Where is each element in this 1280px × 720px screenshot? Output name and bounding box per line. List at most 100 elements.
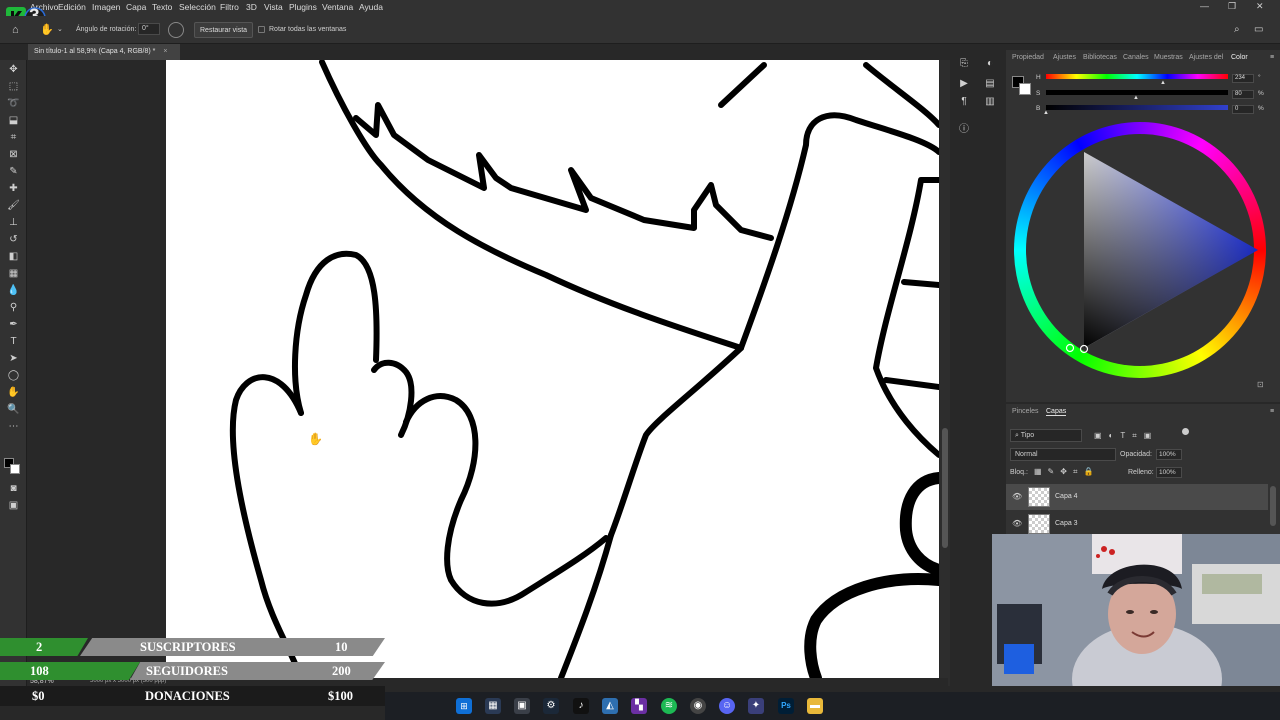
search-icon[interactable]: ⌕ bbox=[1234, 24, 1240, 35]
rotation-angle-input[interactable]: 0° bbox=[138, 23, 160, 35]
layer-name[interactable]: Capa 4 bbox=[1055, 493, 1078, 500]
maximize-button[interactable]: ❐ bbox=[1228, 1, 1236, 12]
tab-layers[interactable]: Capas bbox=[1046, 408, 1067, 416]
lasso-tool-icon[interactable]: ➰ bbox=[7, 98, 20, 110]
info-panel-icon[interactable]: ⓘ bbox=[958, 124, 970, 136]
minimize-button[interactable]: — bbox=[1200, 1, 1209, 11]
saturation-value[interactable]: 80 bbox=[1232, 90, 1254, 99]
eraser-tool-icon[interactable]: ◧ bbox=[7, 251, 20, 263]
drawing-canvas[interactable]: ✋ bbox=[166, 60, 939, 678]
brightness-slider-thumb[interactable]: ▲ bbox=[1043, 110, 1049, 116]
layers-menu-icon[interactable]: ≡ bbox=[1270, 408, 1274, 415]
pen-tool-icon[interactable]: ✒ bbox=[7, 319, 20, 331]
saturation-triangle[interactable] bbox=[1014, 122, 1266, 378]
file-manager-icon[interactable]: ▣ bbox=[514, 698, 530, 714]
menu-3d[interactable]: 3D bbox=[246, 2, 257, 12]
layer-row-selected[interactable]: 👁 Capa 4 bbox=[1006, 484, 1268, 510]
object-select-tool-icon[interactable]: ⬓ bbox=[7, 115, 20, 127]
move-tool-icon[interactable]: ✥ bbox=[7, 64, 20, 76]
panel-menu-icon[interactable]: ≡ bbox=[1270, 54, 1274, 61]
quick-mask-icon[interactable]: ◙ bbox=[7, 483, 20, 495]
tab-properties[interactable]: Propiedad bbox=[1012, 54, 1044, 61]
layer-name[interactable]: Capa 3 bbox=[1055, 520, 1078, 527]
type-tool-icon[interactable]: T bbox=[7, 336, 20, 348]
color-wheel[interactable] bbox=[1014, 122, 1266, 378]
saturation-slider-thumb[interactable]: ▲ bbox=[1133, 95, 1139, 101]
tab-libraries[interactable]: Bibliotecas bbox=[1083, 54, 1117, 61]
document-tab[interactable]: Sin título-1 al 58,9% (Capa 4, RGB/8) * … bbox=[28, 44, 180, 60]
shape-tool-icon[interactable]: ◯ bbox=[7, 370, 20, 382]
visibility-eye-icon[interactable]: 👁 bbox=[1012, 492, 1022, 501]
tab-swatches[interactable]: Muestras bbox=[1154, 54, 1183, 61]
blend-mode-select[interactable]: Normal bbox=[1010, 448, 1116, 461]
history-panel-icon[interactable]: ⎘ bbox=[958, 58, 970, 70]
adjustments-panel-icon[interactable]: ◐ bbox=[984, 58, 996, 70]
swatches-panel-icon[interactable]: ▥ bbox=[984, 96, 996, 108]
obs-icon[interactable]: ◉ bbox=[690, 698, 706, 714]
hand-tool-icon[interactable]: ✋ bbox=[7, 387, 20, 399]
rotate-all-checkbox[interactable] bbox=[258, 26, 265, 33]
history-brush-tool-icon[interactable]: ↺ bbox=[7, 234, 20, 246]
vertical-scrollbar[interactable] bbox=[940, 60, 950, 686]
tab-adjustments[interactable]: Ajustes bbox=[1053, 54, 1076, 61]
menu-imagen[interactable]: Imagen bbox=[92, 2, 120, 12]
rotation-dial[interactable] bbox=[168, 22, 184, 38]
home-icon[interactable]: ⌂ bbox=[12, 24, 19, 36]
hue-slider[interactable] bbox=[1046, 74, 1228, 79]
actions-panel-icon[interactable]: ▶ bbox=[958, 78, 970, 90]
marquee-tool-icon[interactable]: ⬚ bbox=[7, 81, 20, 93]
spotify-icon[interactable]: ≋ bbox=[661, 698, 677, 714]
app-icon[interactable]: ◭ bbox=[602, 698, 618, 714]
brightness-slider[interactable] bbox=[1046, 105, 1228, 110]
tab-adjustment-presets[interactable]: Ajustes del bbox=[1189, 54, 1223, 61]
app-icon[interactable]: ✦ bbox=[748, 698, 764, 714]
steam-icon[interactable]: ⚙ bbox=[543, 698, 559, 714]
brightness-value[interactable]: 0 bbox=[1232, 105, 1254, 114]
reset-view-button[interactable]: Restaurar vista bbox=[194, 22, 254, 38]
folder-icon[interactable]: ▬ bbox=[807, 698, 823, 714]
opacity-input[interactable]: 100% bbox=[1156, 449, 1182, 460]
tab-channels[interactable]: Canales bbox=[1123, 54, 1149, 61]
visibility-eye-icon[interactable]: 👁 bbox=[1012, 519, 1022, 528]
frame-tool-icon[interactable]: ⊠ bbox=[7, 149, 20, 161]
tab-color[interactable]: Color bbox=[1231, 54, 1248, 61]
path-select-tool-icon[interactable]: ➤ bbox=[7, 353, 20, 365]
menu-texto[interactable]: Texto bbox=[152, 2, 172, 12]
healing-brush-tool-icon[interactable]: ✚ bbox=[7, 183, 20, 195]
background-color-swatch[interactable] bbox=[10, 464, 20, 474]
layer-filter-select[interactable]: ⌕ Tipo bbox=[1010, 429, 1082, 442]
photoshop-icon[interactable]: Ps bbox=[778, 698, 794, 714]
dodge-tool-icon[interactable]: ⚲ bbox=[7, 302, 20, 314]
menu-edicion[interactable]: Edición bbox=[58, 2, 86, 12]
menu-seleccion[interactable]: Selección bbox=[179, 2, 216, 12]
menu-filtro[interactable]: Filtro bbox=[220, 2, 239, 12]
more-tools-icon[interactable]: ⋯ bbox=[7, 421, 20, 433]
gradient-tool-icon[interactable]: ▦ bbox=[7, 268, 20, 280]
expand-panel-icon[interactable]: ⊡ bbox=[1257, 380, 1264, 389]
zoom-tool-icon[interactable]: 🔍 bbox=[7, 404, 20, 416]
menu-ventana[interactable]: Ventana bbox=[322, 2, 353, 12]
menu-ayuda[interactable]: Ayuda bbox=[359, 2, 383, 12]
paragraph-panel-icon[interactable]: ¶ bbox=[958, 96, 970, 108]
start-button-icon[interactable]: ⊞ bbox=[456, 698, 472, 714]
hue-slider-thumb[interactable]: ▲ bbox=[1160, 80, 1166, 86]
screen-mode-icon[interactable]: ▣ bbox=[7, 500, 20, 512]
hue-value[interactable]: 234 bbox=[1232, 74, 1254, 83]
menu-capa[interactable]: Capa bbox=[126, 2, 146, 12]
color-background-swatch[interactable] bbox=[1019, 83, 1031, 95]
brush-tool-icon[interactable]: 🖌 bbox=[7, 200, 20, 212]
scrollbar-thumb[interactable] bbox=[942, 428, 948, 548]
tab-brushes[interactable]: Pinceles bbox=[1012, 408, 1038, 415]
crop-tool-icon[interactable]: ⌗ bbox=[7, 132, 20, 144]
close-button[interactable]: ✕ bbox=[1256, 1, 1264, 12]
eyedropper-tool-icon[interactable]: ✎ bbox=[7, 166, 20, 178]
close-tab-icon[interactable]: × bbox=[163, 48, 167, 55]
libraries-panel-icon[interactable]: ▤ bbox=[984, 78, 996, 90]
discord-icon[interactable]: ☺ bbox=[719, 698, 735, 714]
menu-plugins[interactable]: Plugins bbox=[289, 2, 317, 12]
clone-stamp-tool-icon[interactable]: ⊥ bbox=[7, 217, 20, 229]
rotate-view-tool-icon[interactable]: ✋ bbox=[40, 23, 54, 36]
twitch-icon[interactable]: ▚ bbox=[631, 698, 647, 714]
blur-tool-icon[interactable]: 💧 bbox=[7, 285, 20, 297]
tiktok-icon[interactable]: ♪ bbox=[573, 698, 589, 714]
